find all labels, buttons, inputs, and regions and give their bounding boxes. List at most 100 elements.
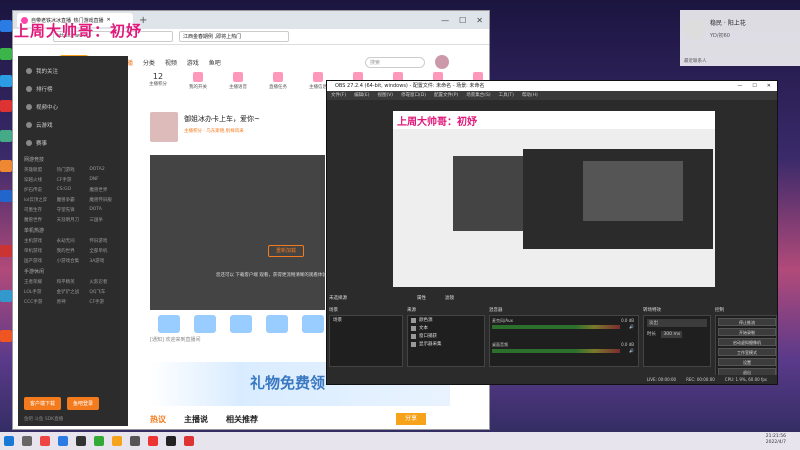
sidebar-category-link[interactable]: 天涯明月刀: [57, 217, 90, 223]
maximize-button[interactable]: ☐: [459, 16, 466, 25]
gift-icon[interactable]: [266, 315, 288, 333]
sidebar-category-link[interactable]: 主机游戏: [24, 238, 57, 244]
sidebar-category-link[interactable]: 魔兽世界: [24, 217, 57, 223]
source-item[interactable]: 窗口捕获: [408, 332, 484, 340]
share-button[interactable]: 分享: [396, 413, 426, 425]
sidebar-item-cloud-game[interactable]: 云游戏: [18, 116, 128, 134]
control-button[interactable]: 设置: [718, 358, 776, 366]
sidebar-category-link[interactable]: CS:GO: [57, 187, 90, 193]
obs-menu-item[interactable]: 场景集合(S): [466, 91, 490, 100]
source-item[interactable]: 显示器采集: [408, 340, 484, 348]
properties-button[interactable]: 属性: [417, 295, 426, 301]
sidebar-category-link[interactable]: 炉石传说: [24, 187, 57, 193]
sidebar-category-link[interactable]: 守望先锋: [57, 207, 90, 213]
obs-menu-item[interactable]: 编辑(E): [354, 91, 369, 100]
nav-yuba[interactable]: 鱼吧: [209, 60, 221, 67]
desktop-icon[interactable]: [0, 100, 12, 112]
close-window-button[interactable]: ✕: [767, 81, 771, 91]
stat-item[interactable]: 我的开关: [188, 72, 208, 90]
tab-anchor-say[interactable]: 主播说: [184, 414, 208, 425]
sidebar-category-link[interactable]: 单机游戏: [24, 248, 57, 254]
desktop-icon[interactable]: [0, 190, 12, 202]
download-client-button[interactable]: 客户端下载: [24, 397, 62, 410]
sidebar-category-link[interactable]: 热门游戏: [57, 167, 90, 173]
reload-button[interactable]: 重新加载: [268, 245, 304, 257]
desktop-icon[interactable]: [0, 75, 12, 87]
site-search-input[interactable]: 搜索: [365, 56, 425, 68]
stat-item[interactable]: 主播语音: [228, 72, 248, 90]
obs-menu-item[interactable]: 配置文件(P): [434, 91, 458, 100]
scene-item[interactable]: 场景: [330, 316, 402, 324]
taskbar-app-icon[interactable]: [58, 436, 68, 446]
taskbar-app-icon[interactable]: [22, 436, 32, 446]
sidebar-category-link[interactable]: LOL手游: [24, 289, 57, 295]
sidebar-category-link[interactable]: 魔兽争霸: [57, 197, 90, 203]
contact-avatar[interactable]: [684, 18, 706, 40]
windows-start-icon[interactable]: [4, 436, 14, 446]
source-item[interactable]: 颜色源: [408, 316, 484, 324]
taskbar-app-icon[interactable]: [184, 436, 194, 446]
taskbar-app-icon[interactable]: [112, 436, 122, 446]
yuba-login-button[interactable]: 鱼吧登录: [67, 397, 100, 410]
desktop-icon[interactable]: [0, 330, 12, 342]
sidebar-item-follow[interactable]: 我的关注: [18, 62, 128, 80]
desktop-icon[interactable]: [0, 160, 12, 172]
gift-icon[interactable]: [158, 315, 180, 333]
gift-icon[interactable]: [194, 315, 216, 333]
video-player[interactable]: 重新加载 您还可以 下载客户端 观看，获得更流畅清晰的观看体验: [150, 155, 327, 310]
obs-menu-item[interactable]: 停靠窗口(D): [401, 91, 426, 100]
control-button[interactable]: 开始录制: [718, 328, 776, 336]
tab-related[interactable]: 相关推荐: [226, 414, 258, 425]
sidebar-category-link[interactable]: 火影忍者: [89, 279, 122, 285]
desktop-icon[interactable]: [0, 20, 12, 32]
sidebar-category-link[interactable]: 小游戏合集: [57, 258, 90, 264]
minimize-button[interactable]: —: [737, 81, 742, 91]
desktop-icon[interactable]: [0, 290, 12, 302]
taskbar-app-icon[interactable]: [130, 436, 140, 446]
sidebar-category-link[interactable]: DNF: [89, 177, 122, 183]
desktop-icon[interactable]: [0, 245, 12, 257]
sidebar-category-link[interactable]: 国产游戏: [24, 258, 57, 264]
control-button[interactable]: 工作室模式: [718, 348, 776, 356]
sidebar-category-link[interactable]: 原神: [57, 299, 90, 305]
system-clock[interactable]: 21:21:56 2022/4/7: [766, 434, 786, 446]
desktop-icon[interactable]: [0, 130, 12, 142]
stat-item[interactable]: 12 主播积分: [148, 72, 168, 90]
sidebar-category-link[interactable]: DOTA: [89, 207, 122, 213]
taskbar-app-icon[interactable]: [76, 436, 86, 446]
nav-video[interactable]: 视频: [165, 60, 177, 67]
tab-hot[interactable]: 热议: [150, 414, 166, 425]
sidebar-category-link[interactable]: 金铲铲之战: [57, 289, 90, 295]
transition-select[interactable]: 淡出: [647, 319, 707, 327]
source-item[interactable]: 文本: [408, 324, 484, 332]
minimize-button[interactable]: —: [441, 16, 449, 25]
nav-game[interactable]: 游戏: [187, 60, 199, 67]
sidebar-category-link[interactable]: CF手游: [89, 299, 122, 305]
taskbar-app-icon[interactable]: [40, 436, 50, 446]
sidebar-category-link[interactable]: CF手游: [57, 177, 90, 183]
sidebar-category-link[interactable]: 我的世界: [57, 248, 90, 254]
sidebar-item-video[interactable]: 视频中心: [18, 98, 128, 116]
taskbar-app-icon[interactable]: [166, 436, 176, 446]
control-button[interactable]: 停止推流: [718, 318, 776, 326]
sidebar-category-link[interactable]: 魔兽世界: [89, 187, 122, 193]
sidebar-item-rank[interactable]: 排行榜: [18, 80, 128, 98]
streamer-avatar[interactable]: [150, 112, 178, 142]
sidebar-category-link[interactable]: 永劫无间: [57, 238, 90, 244]
gift-icon[interactable]: [302, 315, 324, 333]
sidebar-category-link[interactable]: lol云顶之弈: [24, 197, 57, 203]
sidebar-category-link[interactable]: 全部单机: [89, 248, 122, 254]
taskbar-app-icon[interactable]: [94, 436, 104, 446]
sidebar-category-link[interactable]: 王者荣耀: [24, 279, 57, 285]
browser-search-input[interactable]: 江西金春期例 ,即将上热门: [179, 31, 289, 42]
sidebar-category-link[interactable]: 魔兽怀旧服: [89, 197, 122, 203]
stat-item[interactable]: 直播任务: [268, 72, 288, 90]
sidebar-category-link[interactable]: 司墨生存: [24, 207, 57, 213]
sidebar-category-link[interactable]: 穿越火线: [24, 177, 57, 183]
obs-menu-item[interactable]: 文件(F): [331, 91, 346, 100]
desktop-icon[interactable]: [0, 48, 12, 60]
sidebar-category-link[interactable]: 怀旧游戏: [89, 238, 122, 244]
sidebar-category-link[interactable]: CCC手游: [24, 299, 57, 305]
filters-button[interactable]: 滤镜: [445, 295, 454, 301]
volume-slider[interactable]: 🔊: [629, 324, 634, 329]
